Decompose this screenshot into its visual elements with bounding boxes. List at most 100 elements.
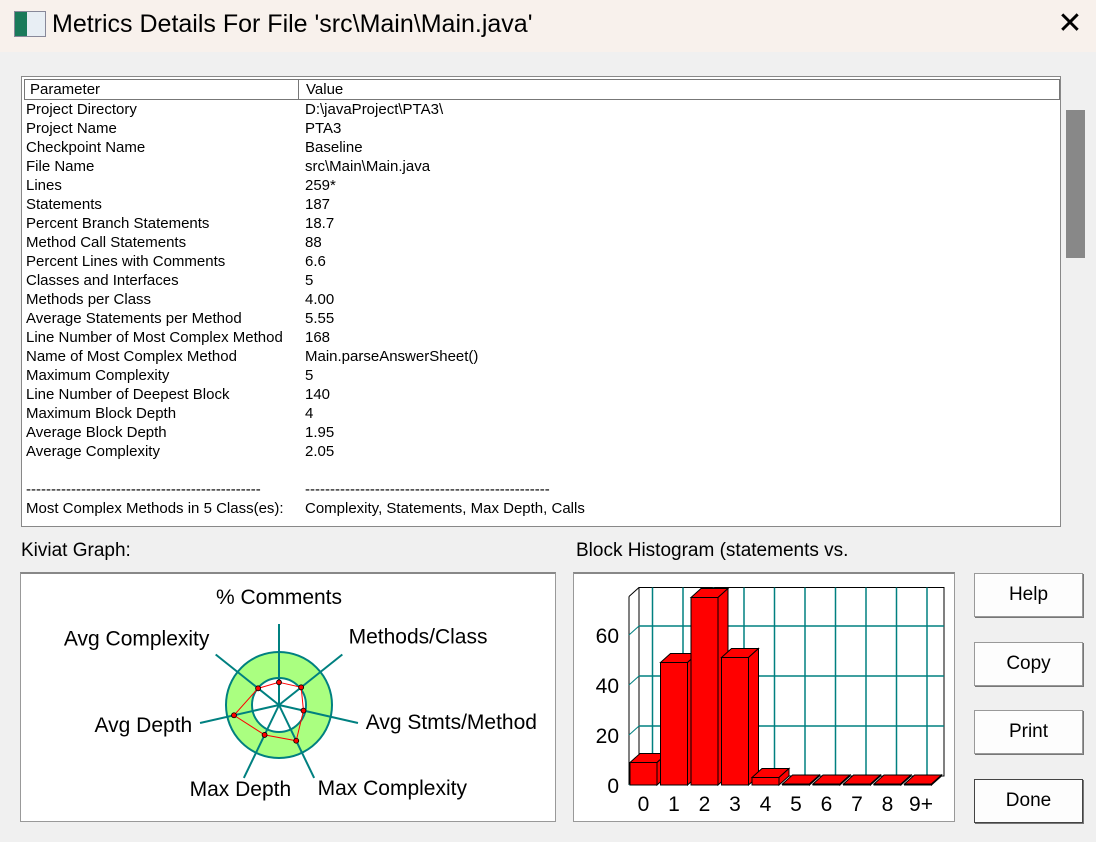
parameter-cell: Line Number of Deepest Block [26,386,230,403]
bar [873,783,902,786]
column-header-value[interactable]: Value [306,81,343,98]
value-cell: src\Main\Main.java [305,158,431,175]
parameter-cell: Maximum Complexity [26,367,170,384]
x-tick-label: 3 [729,793,741,816]
metrics-table: Parameter Value Project Directory D:\java… [21,76,1061,527]
histogram-axis-edge [628,587,640,597]
x-tick-label: 8 [882,793,894,816]
parameter-cell: Lines [26,177,62,194]
done-button[interactable]: Done [974,779,1083,823]
x-tick-label: 9+ [909,793,933,816]
kiviat-data-point [231,712,237,719]
parameter-cell: ----------------------------------------… [26,481,261,498]
value-cell: 4.00 [305,291,335,308]
parameter-cell: Methods per Class [26,291,152,308]
parameter-cell: Average Block Depth [26,424,167,441]
parameter-cell: Method Call Statements [26,234,187,251]
value-cell: 2.05 [305,443,335,460]
parameter-cell: Statements [26,196,102,213]
kiviat-axis-label: % Comments [216,586,342,609]
kiviat-graph: % Comments Methods/Class Avg Stmts/Method M… [20,572,556,822]
block-histogram: 0 20 40 60 0 1 2 3 4 5 6 7 8 9+ [573,572,955,822]
bar [721,657,749,786]
column-divider[interactable] [298,80,299,99]
value-cell: 259* [305,177,336,194]
bar [904,783,932,786]
value-cell: 5.55 [305,310,335,327]
bar [690,597,719,786]
kiviat-axis-label: Avg Complexity [64,628,210,651]
y-tick-label: 0 [607,775,619,798]
close-icon[interactable]: ✕ [1052,8,1088,40]
y-tick-label: 40 [596,675,619,698]
app-icon [14,11,46,37]
parameter-cell: Most Complex Methods in 5 Class(es): [26,500,284,517]
kiviat-label: Kiviat Graph: [21,540,131,561]
value-cell: 5 [305,272,314,289]
parameter-cell: Classes and Interfaces [26,272,179,289]
histogram-label: Block Histogram (statements vs. [576,540,849,561]
value-cell: 18.7 [305,215,335,232]
y-tick-label: 20 [596,725,619,748]
kiviat-data-point [300,707,307,714]
value-cell: Main.parseAnswerSheet() [305,348,479,365]
bar [812,783,841,786]
x-tick-label: 1 [668,793,680,816]
y-tick-label: 60 [596,625,619,648]
value-cell: 88 [305,234,322,251]
value-cell: 168 [305,329,331,346]
value-cell: D:\javaProject\PTA3\ [305,101,444,118]
value-cell: 6.6 [305,253,326,270]
kiviat-axis-label: Max Complexity [318,777,468,800]
x-tick-label: 7 [851,793,863,816]
help-button[interactable]: Help [974,573,1083,617]
kiviat-data-point [293,737,300,744]
table-header: Parameter Value [24,79,1060,100]
kiviat-data-point [255,685,262,692]
kiviat-axis-label: Max Depth [190,778,292,801]
parameter-cell: Checkpoint Name [26,139,146,156]
bar [843,783,871,786]
bar-side [748,647,759,787]
kiviat-axis-label: Avg Depth [95,714,193,737]
value-cell: 4 [305,405,314,422]
value-cell: Baseline [305,139,363,156]
parameter-cell: Project Directory [26,101,137,118]
parameter-cell: Line Number of Most Complex Method [26,329,283,346]
x-tick-label: 2 [699,793,711,816]
parameter-cell: Maximum Block Depth [26,405,177,422]
vertical-scrollbar[interactable] [1061,76,1093,525]
x-tick-label: 0 [638,793,650,816]
x-tick-label: 4 [760,793,772,816]
parameter-cell: Average Statements per Method [26,310,242,327]
bar [751,777,780,786]
parameter-cell: File Name [26,158,95,175]
title-bar: Metrics Details For File 'src\Main\Main.… [0,0,1096,52]
histogram-tick [628,725,640,736]
value-cell: 140 [305,386,331,403]
value-cell: 1.95 [305,424,335,441]
print-button[interactable]: Print [974,710,1083,754]
value-cell: ----------------------------------------… [305,481,550,498]
column-header-parameter[interactable]: Parameter [30,81,100,98]
bar [629,762,658,786]
value-cell: 5 [305,367,314,384]
histogram-tick [628,625,640,636]
window-title: Metrics Details For File 'src\Main\Main.… [52,10,533,38]
parameter-cell: Average Complexity [26,443,160,460]
scrollbar-thumb[interactable] [1066,110,1085,258]
kiviat-data-point [261,732,268,738]
parameter-cell: Percent Branch Statements [26,215,210,232]
kiviat-data-point [298,684,305,691]
kiviat-data-point [276,679,282,686]
histogram-tick [628,675,640,686]
parameter-cell: Name of Most Complex Method [26,348,237,365]
bar [782,783,810,786]
kiviat-axis-label: Avg Stmts/Method [366,711,537,734]
kiviat-axis-label: Methods/Class [349,626,488,649]
x-tick-label: 5 [790,793,802,816]
x-tick-label: 6 [821,793,833,816]
parameter-cell: Project Name [26,120,117,137]
copy-button[interactable]: Copy [974,642,1083,686]
parameter-cell: Percent Lines with Comments [26,253,226,270]
